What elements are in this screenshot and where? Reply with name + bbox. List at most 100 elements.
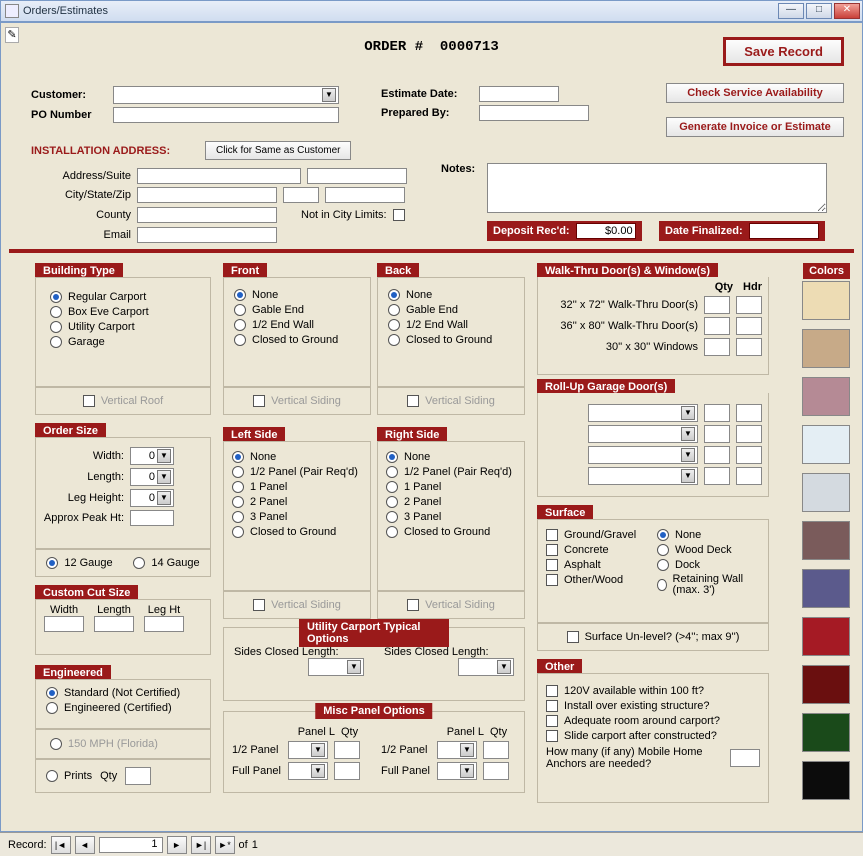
color-swatch-4[interactable] [802, 473, 850, 512]
left-none[interactable]: None [232, 451, 362, 463]
oth-existing[interactable]: Install over existing structure? [546, 700, 760, 712]
front-gable[interactable]: Gable End [234, 304, 360, 316]
back-gable[interactable]: Gable End [388, 304, 514, 316]
notes-input[interactable] [487, 163, 827, 213]
back-none[interactable]: None [388, 289, 514, 301]
surf-none[interactable]: None [657, 529, 760, 541]
color-swatch-2[interactable] [802, 377, 850, 416]
peak-input[interactable] [130, 510, 174, 526]
color-swatch-5[interactable] [802, 521, 850, 560]
ru1-a[interactable] [704, 404, 730, 422]
same-as-customer-button[interactable]: Click for Same as Customer [205, 141, 351, 160]
address-input[interactable] [137, 168, 301, 184]
surf-other[interactable]: Other/Wood [546, 574, 649, 586]
mp-l-full-combo[interactable]: ▼ [288, 762, 328, 780]
surf-dock[interactable]: Dock [657, 559, 760, 571]
color-swatch-0[interactable] [802, 281, 850, 320]
util-right-combo[interactable]: ▼ [458, 658, 514, 676]
left-half[interactable]: 1/2 Panel (Pair Req'd) [232, 466, 362, 478]
left-closed[interactable]: Closed to Ground [232, 526, 362, 538]
mp-r-half-combo[interactable]: ▼ [437, 741, 477, 759]
record-selector-icon[interactable]: ✎ [5, 27, 19, 43]
right-closed[interactable]: Closed to Ground [386, 526, 516, 538]
city-input[interactable] [137, 187, 277, 203]
color-swatch-9[interactable] [802, 713, 850, 752]
ru4-b[interactable] [736, 467, 762, 485]
ru3-combo[interactable]: ▼ [588, 446, 698, 464]
left-2p[interactable]: 2 Panel [232, 496, 362, 508]
zip-input[interactable] [325, 187, 405, 203]
ru2-a[interactable] [704, 425, 730, 443]
nav-prev[interactable]: ◄ [75, 836, 95, 854]
ru3-b[interactable] [736, 446, 762, 464]
front-halfend[interactable]: 1/2 End Wall [234, 319, 360, 331]
surf-gg[interactable]: Ground/Gravel [546, 529, 649, 541]
prepared-by-input[interactable] [479, 105, 589, 121]
mp-l-full-qty[interactable] [334, 762, 360, 780]
mp-r-full-combo[interactable]: ▼ [437, 762, 477, 780]
surf-wooddeck[interactable]: Wood Deck [657, 544, 760, 556]
ru3-a[interactable] [704, 446, 730, 464]
nav-new[interactable]: ►* [215, 836, 235, 854]
surf-retwall[interactable]: Retaining Wall (max. 3') [657, 574, 760, 596]
eng-150mph-radio[interactable]: 150 MPH (Florida) [50, 738, 158, 750]
eng-cert-radio[interactable]: Engineered (Certified) [46, 702, 200, 714]
wt36-qty[interactable] [704, 317, 730, 335]
surf-concrete[interactable]: Concrete [546, 544, 649, 556]
oth-120v[interactable]: 120V available within 100 ft? [546, 685, 760, 697]
ru1-b[interactable] [736, 404, 762, 422]
right-2p[interactable]: 2 Panel [386, 496, 516, 508]
color-swatch-10[interactable] [802, 761, 850, 800]
left-3p[interactable]: 3 Panel [232, 511, 362, 523]
right-vs-check[interactable]: Vertical Siding [407, 599, 495, 611]
back-halfend[interactable]: 1/2 End Wall [388, 319, 514, 331]
surf-asphalt[interactable]: Asphalt [546, 559, 649, 571]
check-availability-button[interactable]: Check Service Availability [666, 83, 844, 103]
left-1p[interactable]: 1 Panel [232, 481, 362, 493]
length-combo[interactable]: 0▼ [130, 468, 174, 486]
front-closed[interactable]: Closed to Ground [234, 334, 360, 346]
not-city-checkbox[interactable] [393, 209, 405, 221]
ru2-combo[interactable]: ▼ [588, 425, 698, 443]
mp-l-half-combo[interactable]: ▼ [288, 741, 328, 759]
save-button[interactable]: Save Record [723, 37, 844, 66]
color-swatch-7[interactable] [802, 617, 850, 656]
win30-qty[interactable] [704, 338, 730, 356]
nav-first[interactable]: |◄ [51, 836, 71, 854]
win30-hdr[interactable] [736, 338, 762, 356]
wt32-qty[interactable] [704, 296, 730, 314]
right-none[interactable]: None [386, 451, 516, 463]
email-input[interactable] [137, 227, 277, 243]
width-combo[interactable]: 0▼ [130, 447, 174, 465]
eng-std-radio[interactable]: Standard (Not Certified) [46, 687, 200, 699]
right-1p[interactable]: 1 Panel [386, 481, 516, 493]
color-swatch-8[interactable] [802, 665, 850, 704]
eng-prints-radio[interactable]: Prints [46, 770, 92, 782]
left-vs-check[interactable]: Vertical Siding [253, 599, 341, 611]
bt-garage-radio[interactable]: Garage [50, 336, 202, 348]
right-3p[interactable]: 3 Panel [386, 511, 516, 523]
close-button[interactable]: ✕ [834, 3, 860, 19]
cc-length[interactable] [94, 616, 134, 632]
back-vs-check[interactable]: Vertical Siding [407, 395, 495, 407]
oth-room[interactable]: Adequate room around carport? [546, 715, 760, 727]
ru2-b[interactable] [736, 425, 762, 443]
bt-regular-radio[interactable]: Regular Carport [50, 291, 202, 303]
cc-width[interactable] [44, 616, 84, 632]
back-closed[interactable]: Closed to Ground [388, 334, 514, 346]
front-none[interactable]: None [234, 289, 360, 301]
gauge14-radio[interactable]: 14 Gauge [133, 557, 199, 569]
estimate-date-input[interactable] [479, 86, 559, 102]
mp-r-full-qty[interactable] [483, 762, 509, 780]
color-swatch-3[interactable] [802, 425, 850, 464]
cc-leg[interactable] [144, 616, 184, 632]
oth-slide[interactable]: Slide carport after constructed? [546, 730, 760, 742]
county-input[interactable] [137, 207, 277, 223]
gauge12-radio[interactable]: 12 Gauge [46, 557, 112, 569]
deposit-input[interactable] [576, 223, 636, 239]
eng-qty-input[interactable] [125, 767, 151, 785]
vertical-roof-check[interactable]: Vertical Roof [83, 395, 163, 407]
suite-input[interactable] [307, 168, 407, 184]
ru1-combo[interactable]: ▼ [588, 404, 698, 422]
mp-l-half-qty[interactable] [334, 741, 360, 759]
